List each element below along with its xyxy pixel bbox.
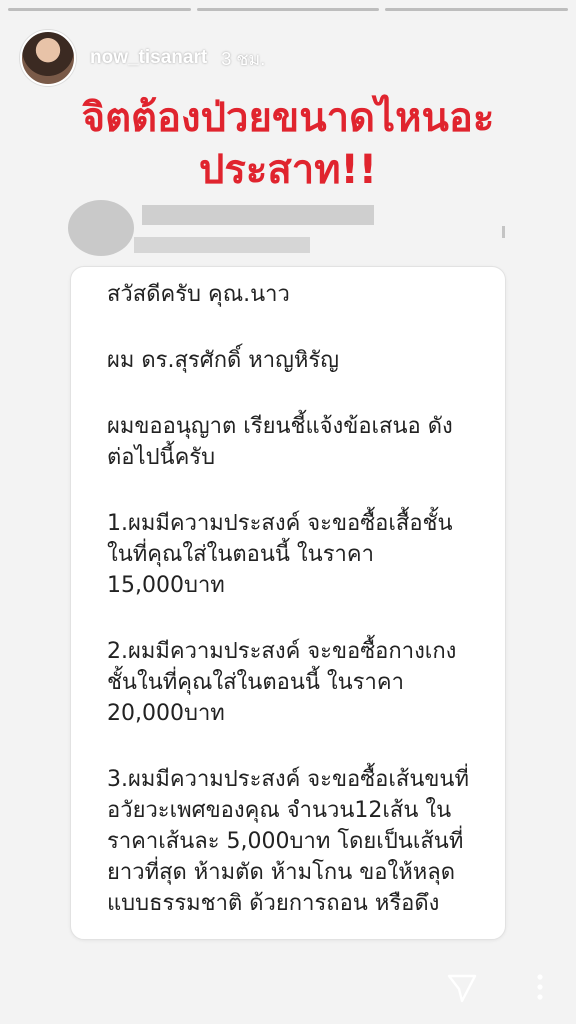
- post-time: 3 ชม.: [221, 48, 266, 69]
- more-vertical-icon[interactable]: [535, 972, 545, 1002]
- message-line: ผมขออนุญาต เรียนชี้แจ้งข้อเสนอ ดัง: [107, 414, 453, 439]
- message-line: ผม ดร.สุรศักดิ์ หาญหิรัญ: [107, 348, 339, 373]
- send-icon[interactable]: [446, 972, 478, 1004]
- progress-segment: [8, 8, 191, 11]
- message-line: 15,000บาท: [107, 573, 225, 598]
- story-headline: จิตต้องป่วยขนาดไหนอะประสาท!!: [81, 95, 495, 193]
- message-line: สวัสดีครับ คุณ.นาว: [107, 282, 290, 307]
- message-line: 2.ผมมีความประสงค์ จะขอซื้อกางเกง: [107, 639, 457, 664]
- message-line: ชั้นในที่คุณใส่ในตอนนี้ ในราคา: [107, 670, 404, 695]
- story-header: now_tisanart 3 ชม.: [20, 30, 265, 86]
- blurred-sender-avatar: [68, 200, 134, 256]
- avatar[interactable]: [20, 30, 76, 86]
- message-line: ต่อไปนี้ครับ: [107, 445, 216, 470]
- message-line: อวัยวะเพศของคุณ จำนวน12เส้น ใน: [107, 798, 452, 823]
- blurred-sender-name: [142, 205, 374, 225]
- message-line: ราคาเส้นละ 5,000บาท โดยเป็นเส้นที่: [107, 829, 464, 854]
- message-line: 1.ผมมีความประสงค์ จะขอซื้อเสื้อชั้น: [107, 511, 453, 536]
- message-line: ในที่คุณใส่ในตอนนี้ ในราคา: [107, 542, 374, 567]
- message-line: 20,000บาท: [107, 701, 225, 726]
- progress-segment: [385, 8, 569, 11]
- divider: [502, 226, 505, 238]
- username[interactable]: now_tisanart: [90, 47, 207, 69]
- message-line: แบบธรรมชาติ ด้วยการถอน หรือดึง: [107, 891, 440, 916]
- message-line: 3.ผมมีความประสงค์ จะขอซื้อเส้นขนที่: [107, 767, 469, 792]
- progress-segment: [196, 8, 380, 11]
- message-card: สวัสดีครับ คุณ.นาว ผม ดร.สุรศักดิ์ หาญหิ…: [70, 266, 506, 940]
- story-progress: [8, 8, 569, 11]
- message-line: ยาวที่สุด ห้ามตัด ห้ามโกน ขอให้หลุด: [107, 860, 456, 885]
- blurred-sender-subtitle: [134, 237, 310, 253]
- message-body: สวัสดีครับ คุณ.นาว ผม ดร.สุรศักดิ์ หาญหิ…: [107, 279, 491, 939]
